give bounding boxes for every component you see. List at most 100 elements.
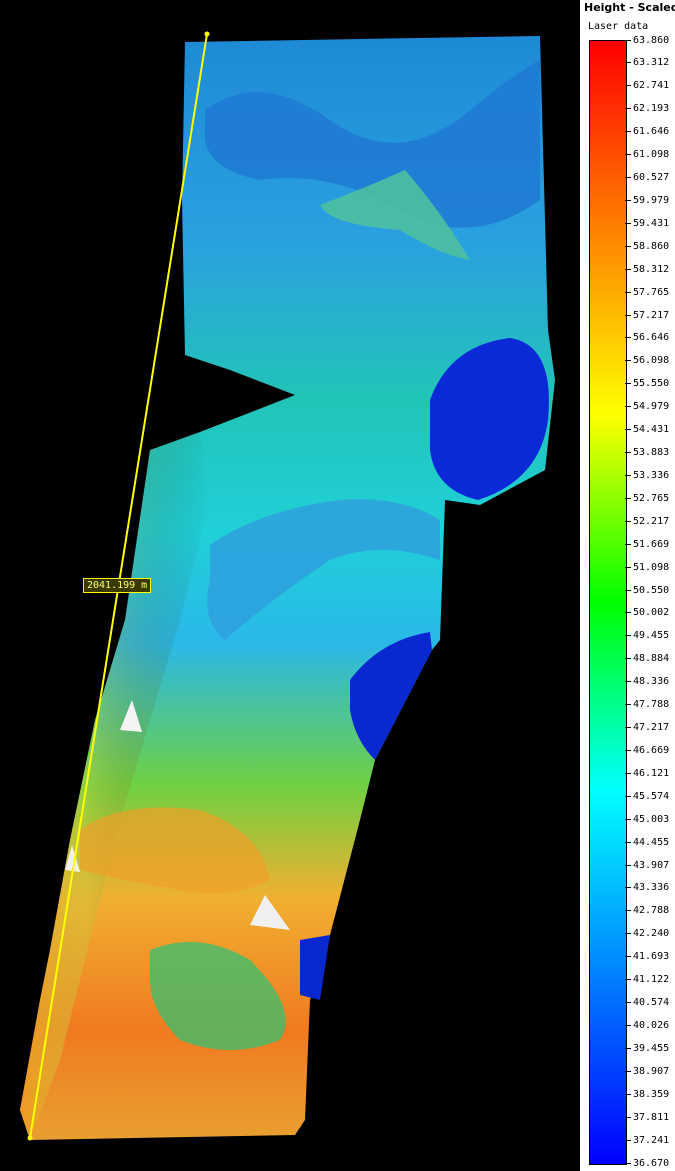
- legend-tick-label: 40.574: [633, 997, 670, 1009]
- legend-tick: 63.860: [625, 34, 669, 46]
- legend-tick: 55.550: [625, 378, 669, 390]
- legend-tick-label: 56.098: [633, 355, 670, 367]
- legend-tick: 37.811: [625, 1111, 669, 1123]
- legend-tick: 44.455: [625, 836, 669, 848]
- legend-tick: 50.550: [625, 584, 669, 596]
- legend-tick: 42.788: [625, 905, 669, 917]
- legend-tick: 47.217: [625, 722, 669, 734]
- legend-tick-label: 59.431: [633, 217, 670, 229]
- legend-tick-label: 43.336: [633, 882, 670, 894]
- legend-tick: 63.312: [625, 57, 669, 69]
- legend-tick-label: 50.550: [633, 584, 670, 596]
- legend-tick: 52.765: [625, 492, 669, 504]
- legend-tick-label: 38.907: [633, 1065, 670, 1077]
- legend-tick-label: 60.527: [633, 172, 670, 183]
- legend-tick: 41.122: [625, 974, 669, 986]
- legend-tick-label: 53.883: [633, 447, 670, 459]
- legend-tick: 56.646: [625, 332, 669, 344]
- legend-tick: 57.765: [625, 286, 669, 298]
- legend-tick: 41.693: [625, 951, 669, 963]
- legend-tick-label: 42.240: [633, 928, 670, 940]
- legend-tick: 62.741: [625, 80, 669, 92]
- legend-tick-label: 58.860: [633, 240, 670, 252]
- measurement-start-point: [204, 31, 210, 37]
- legend-tick: 43.336: [625, 882, 669, 894]
- legend-tick-label: 52.765: [633, 492, 670, 504]
- legend-tick-label: 48.884: [633, 653, 670, 665]
- legend-tick: 49.455: [625, 630, 669, 642]
- legend-tick-label: 52.217: [633, 515, 670, 527]
- legend-tick: 51.098: [625, 561, 669, 573]
- legend-tick: 43.907: [625, 859, 669, 871]
- legend-tick-labels: 63.860 63.312 62.741 62.193 61.646 61.098 60.5…: [625, 0, 675, 1171]
- lidar-height-map[interactable]: 2041.199 m: [0, 0, 580, 1171]
- legend-tick-label: 37.811: [633, 1111, 670, 1123]
- legend-tick: 45.003: [625, 813, 669, 825]
- legend-tick-label: 50.002: [633, 607, 670, 619]
- legend-tick: 45.574: [625, 790, 669, 802]
- legend-tick-label: 46.121: [633, 767, 670, 779]
- legend-tick-label: 61.646: [633, 126, 670, 138]
- legend-tick: 62.193: [625, 103, 669, 115]
- legend-tick: 54.431: [625, 424, 669, 436]
- legend-tick: 57.217: [625, 309, 669, 321]
- legend-tick: 48.884: [625, 653, 669, 665]
- legend-tick-label: 45.574: [633, 790, 670, 802]
- legend-tick: 61.098: [625, 149, 669, 161]
- legend-tick-label: 58.312: [633, 263, 670, 275]
- legend-tick-label: 47.217: [633, 722, 670, 734]
- legend-tick: 53.883: [625, 447, 669, 459]
- legend-tick: 52.217: [625, 515, 669, 527]
- legend-tick-label: 39.455: [633, 1042, 670, 1054]
- legend-tick-label: 43.907: [633, 859, 670, 871]
- legend-tick: 60.527: [625, 172, 669, 184]
- measurement-distance-label: 2041.199 m: [83, 578, 152, 593]
- legend-tick-label: 42.788: [633, 905, 670, 917]
- legend-tick-label: 51.098: [633, 561, 670, 573]
- legend-tick-label: 48.336: [633, 676, 670, 688]
- legend-tick-label: 45.003: [633, 813, 670, 825]
- legend-tick-label: 46.669: [633, 744, 670, 756]
- legend-tick: 38.907: [625, 1065, 669, 1077]
- legend-tick: 56.098: [625, 355, 669, 367]
- legend-tick-label: 57.765: [633, 286, 670, 298]
- legend-tick-label: 54.431: [633, 424, 670, 436]
- legend-tick: 40.026: [625, 1019, 669, 1031]
- legend-tick-label: 56.646: [633, 332, 670, 344]
- legend-tick-label: 53.336: [633, 469, 670, 481]
- legend-tick: 48.336: [625, 676, 669, 688]
- legend-tick-label: 41.693: [633, 951, 670, 963]
- legend-tick-label: 47.788: [633, 699, 670, 711]
- legend-tick-label: 51.669: [633, 538, 670, 550]
- legend-tick-label: 55.550: [633, 378, 670, 390]
- legend-tick: 36.670: [625, 1157, 669, 1169]
- measurement-end-point: [27, 1135, 33, 1141]
- legend-tick-label: 37.241: [633, 1134, 670, 1146]
- legend-tick-label: 41.122: [633, 974, 670, 986]
- legend-tick: 37.241: [625, 1134, 669, 1146]
- legend-tick: 58.860: [625, 240, 669, 252]
- legend-tick-label: 62.193: [633, 103, 670, 115]
- legend-tick-label: 59.979: [633, 194, 670, 206]
- legend-tick: 51.669: [625, 538, 669, 550]
- legend-tick: 39.455: [625, 1042, 669, 1054]
- legend-tick: 40.574: [625, 997, 669, 1009]
- legend-tick-label: 38.359: [633, 1088, 670, 1100]
- legend-tick: 46.669: [625, 744, 669, 756]
- legend-tick: 61.646: [625, 126, 669, 138]
- legend-tick-label: 49.455: [633, 630, 670, 642]
- legend-tick: 53.336: [625, 469, 669, 481]
- legend-tick: 59.431: [625, 217, 669, 229]
- legend-tick-label: 44.455: [633, 836, 670, 848]
- legend-tick-label: 54.979: [633, 401, 670, 413]
- legend-color-ramp: [589, 40, 627, 1165]
- legend-tick: 58.312: [625, 263, 669, 275]
- legend-tick-label: 61.098: [633, 149, 670, 161]
- legend-tick: 46.121: [625, 767, 669, 779]
- legend-tick: 54.979: [625, 401, 669, 413]
- legend-tick-label: 63.860: [633, 34, 670, 46]
- legend-tick-label: 62.741: [633, 80, 670, 92]
- legend-tick: 47.788: [625, 699, 669, 711]
- legend-tick-label: 36.670: [633, 1157, 670, 1169]
- legend-tick: 38.359: [625, 1088, 669, 1100]
